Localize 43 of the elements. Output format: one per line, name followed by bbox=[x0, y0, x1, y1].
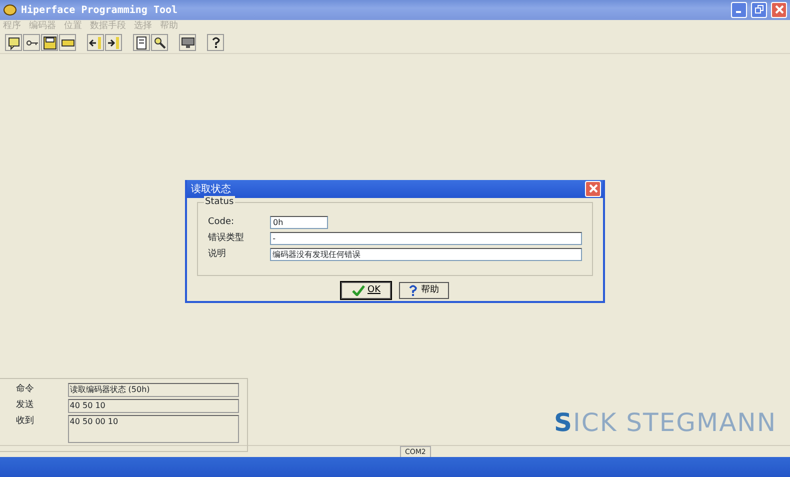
window-title: Hiperface Programming Tool bbox=[21, 4, 178, 18]
toolbar-button[interactable] bbox=[5, 34, 22, 51]
arrow-right-icon bbox=[106, 36, 120, 50]
close-button[interactable] bbox=[585, 181, 601, 197]
field-label: 错误类型 bbox=[208, 232, 245, 245]
close-icon bbox=[588, 184, 598, 193]
output-field: 40 50 10 bbox=[68, 399, 239, 413]
field-label: 命令 bbox=[16, 383, 35, 396]
checkmark-icon bbox=[352, 285, 364, 296]
dialog-title: 读取状态 bbox=[191, 182, 231, 196]
toolbar-button[interactable] bbox=[41, 34, 58, 51]
input-field[interactable]: - bbox=[270, 232, 582, 245]
field-label: Code: bbox=[208, 216, 236, 229]
toolbar-button[interactable] bbox=[59, 34, 76, 51]
toolbar-button[interactable] bbox=[87, 34, 104, 51]
note-icon bbox=[6, 36, 20, 50]
app-icon bbox=[3, 4, 17, 16]
restore-icon bbox=[754, 4, 764, 14]
monitor-icon bbox=[180, 36, 194, 50]
output-field: 读取编码器状态 (50h) bbox=[68, 383, 239, 397]
field-label: 发送 bbox=[16, 399, 35, 412]
toolbar-button[interactable] bbox=[151, 34, 168, 51]
search-icon bbox=[152, 36, 166, 50]
field-label: 收到 bbox=[16, 415, 35, 428]
field-label: 说明 bbox=[208, 248, 227, 261]
output-field: 40 50 00 10 bbox=[68, 415, 239, 443]
toolbar-button[interactable] bbox=[207, 34, 224, 51]
close-button[interactable] bbox=[771, 2, 787, 18]
toolbar-button[interactable] bbox=[133, 34, 150, 51]
input-field[interactable]: 编码器没有发现任何错误 bbox=[270, 248, 582, 261]
minimize-button[interactable] bbox=[731, 2, 747, 18]
document-icon bbox=[134, 36, 148, 50]
toolbar-button[interactable] bbox=[179, 34, 196, 51]
input-field[interactable]: 0h bbox=[270, 216, 328, 229]
ok-button[interactable]: OK bbox=[341, 282, 391, 299]
logo: SICK STEGMANN bbox=[554, 410, 777, 435]
help-button[interactable]: 帮助 bbox=[399, 282, 449, 299]
help-icon bbox=[409, 285, 418, 296]
restore-button[interactable] bbox=[751, 2, 767, 18]
toolbar-button[interactable] bbox=[105, 34, 122, 51]
toolbar-button[interactable] bbox=[23, 34, 40, 51]
close-icon bbox=[774, 4, 784, 14]
arrow-left-icon bbox=[88, 36, 102, 50]
